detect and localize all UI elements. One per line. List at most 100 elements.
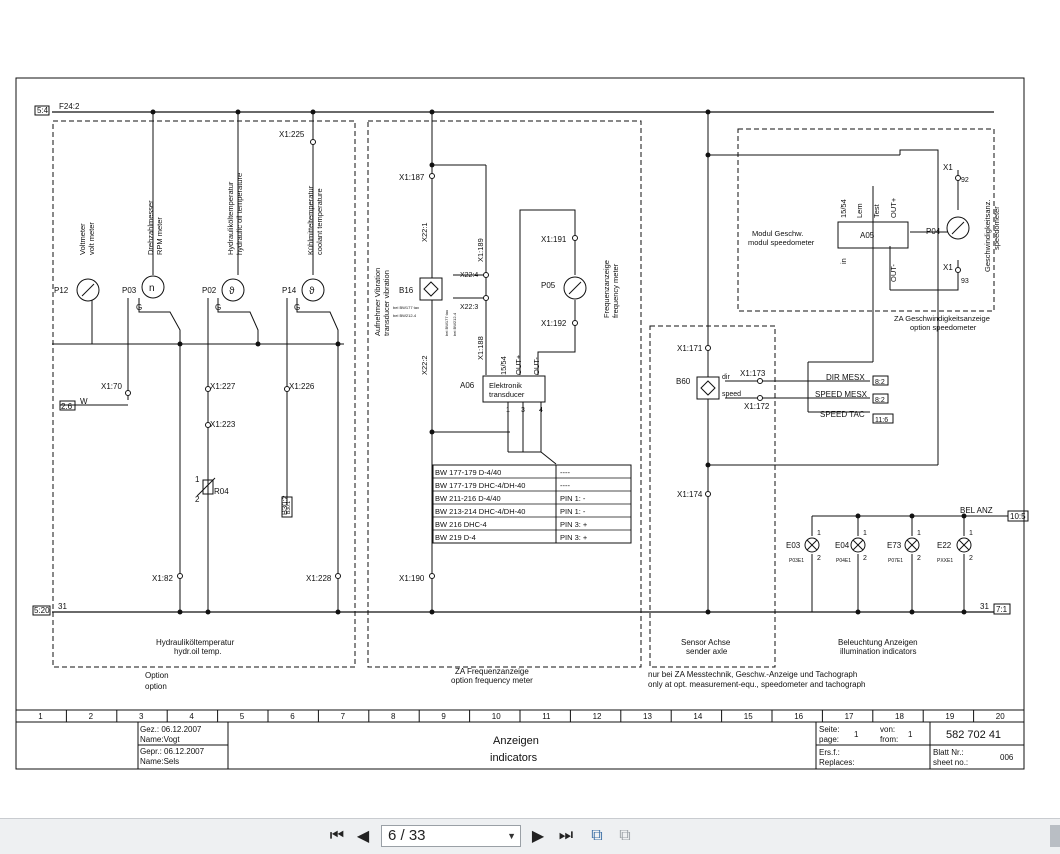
- column-number: 19: [945, 712, 954, 721]
- note-bw177b: bei BW177 tax: [444, 310, 449, 336]
- e22-code: PXXE1: [937, 558, 953, 564]
- vlabel-rpm-de: Drehzahlmesser: [146, 200, 155, 255]
- tb-gepr: Gepr.: 06.12.2007: [140, 747, 205, 756]
- tb-page: page:: [819, 735, 839, 744]
- tb-page-val: 1: [854, 730, 859, 739]
- vlabel-a06-outp: OUT+: [514, 354, 523, 375]
- p02-label: P02: [202, 286, 217, 295]
- speed-label: speed: [722, 391, 741, 398]
- vlabel-freq-en: frequency meter: [611, 263, 620, 318]
- za-gesch-2: option speedometer: [910, 323, 977, 332]
- x1-192: X1:192: [541, 319, 567, 328]
- column-number: 12: [593, 712, 602, 721]
- e22-pin1: 1: [969, 530, 973, 537]
- page-indicator: 6 / 33: [388, 827, 426, 844]
- x1-225: X1:225: [279, 130, 305, 139]
- r04-pin2: 2: [195, 495, 200, 504]
- tb-from-val: 1: [908, 730, 913, 739]
- page-selector[interactable]: 6 / 33 ▼: [381, 825, 521, 847]
- x1-173: X1:173: [740, 369, 766, 378]
- modul-label-1: Modul Geschw.: [752, 229, 803, 238]
- fit-width-icon[interactable]: ⧉: [614, 825, 636, 847]
- x1-223: X1:223: [210, 420, 236, 429]
- g-label-p02: G: [215, 303, 221, 312]
- a06-pin4: 4: [539, 407, 543, 414]
- vlabel-x22-2: X22:2: [420, 355, 429, 375]
- a06-text-1: Elektronik: [489, 381, 522, 390]
- x1-82: X1:82: [152, 574, 173, 583]
- note-bw212b: bei BW212-4: [452, 312, 457, 336]
- x1-227: X1:227: [210, 382, 236, 391]
- caption-hyd-1: Hydrauliköltemperatur: [156, 638, 235, 647]
- rail-31-left: 31: [58, 602, 67, 611]
- vlabel-vib-en: transducer vibration: [382, 270, 391, 336]
- vlabel-a05-test: Test: [872, 203, 881, 218]
- e03-code: P03E1: [789, 558, 804, 564]
- tb-sheet-val: 006: [1000, 753, 1014, 762]
- vlabel-b30b: B30:1: [286, 501, 292, 514]
- vlabel-coolant-de: Kühlmitteltemperatur: [306, 185, 315, 255]
- column-number: 18: [895, 712, 904, 721]
- table-row-model: BW 177-179 DHC-4/DH-40: [435, 481, 525, 490]
- x22-4: X22:4: [460, 272, 478, 279]
- g-label-p14: G: [294, 303, 300, 312]
- p04-label: P04: [926, 227, 941, 236]
- prev-page-icon[interactable]: ◀: [352, 825, 374, 847]
- r04-label: R04: [214, 487, 229, 496]
- caption-sensor-1: Sensor Achse: [681, 638, 731, 647]
- last-page-icon[interactable]: ⏭: [555, 825, 577, 847]
- ref-dir: 8:2: [875, 379, 885, 386]
- tb-name2: Name:Sels: [140, 757, 179, 766]
- pdf-viewer-toolbar: ⏮ ◀ 6 / 33 ▼ ▶ ⏭ ⧉ ⧉: [0, 818, 1060, 854]
- column-number: 4: [189, 712, 194, 721]
- column-number: 8: [391, 712, 396, 721]
- caption-bel-2: illumination indicators: [840, 647, 916, 656]
- column-number: 6: [290, 712, 295, 721]
- terminal-circles: [125, 139, 961, 579]
- a06-text-2: transducer: [489, 390, 525, 399]
- vlabel-rpm-en: RPM meter: [155, 217, 164, 255]
- fit-page-icon[interactable]: ⧉: [586, 825, 608, 847]
- first-page-icon[interactable]: ⏮: [326, 825, 348, 847]
- table-row-pin: PIN 3: +: [560, 533, 588, 542]
- ref-10-5: 10:5: [1010, 512, 1026, 521]
- vlabel-voltmeter-en: volt meter: [87, 222, 96, 255]
- table-row-model: BW 211-216 D-4/40: [435, 494, 501, 503]
- p12-label: P12: [54, 286, 69, 295]
- column-ruler: 1 2 3 4 5 6 7 8 9 10 11 12 13 14 15 16 17 18 19 20: [38, 710, 1005, 722]
- caption-option-2: option: [145, 682, 167, 691]
- b60-label: B60: [676, 377, 691, 386]
- column-number: 3: [139, 712, 144, 721]
- n-label: n: [149, 283, 155, 294]
- column-number: 1: [38, 712, 43, 721]
- modul-label-2: modul speedometer: [748, 238, 815, 247]
- ref-5-20: 5:20: [34, 606, 50, 615]
- vlabel-hyd-de: Hydrauliköltemperatur: [226, 181, 235, 255]
- tb-ers: Ers.f.:: [819, 748, 840, 757]
- e04-pin2: 2: [863, 555, 867, 562]
- vlabel-a06-outm: OUT-: [532, 357, 541, 375]
- column-number: 16: [794, 712, 803, 721]
- tb-title-en: indicators: [490, 752, 538, 764]
- x1-190: X1:190: [399, 574, 425, 583]
- dir-label: dir: [722, 374, 730, 381]
- column-number: 11: [542, 712, 551, 721]
- tb-title-de: Anzeigen: [493, 735, 539, 747]
- column-number: 2: [89, 712, 94, 721]
- vlabel-hyd-en: hydraulic oil temperature: [235, 173, 244, 255]
- scrollbar-thumb[interactable]: [1050, 825, 1060, 847]
- vlabel-vib-de: Aufnehmer Vibration: [373, 268, 382, 336]
- ref-tac: 11:6: [875, 417, 888, 424]
- a06-label: A06: [460, 381, 475, 390]
- column-number: 20: [996, 712, 1005, 721]
- tb-from: from:: [880, 735, 898, 744]
- column-number: 5: [240, 712, 245, 721]
- column-number: 13: [643, 712, 652, 721]
- ref-7-1: 7:1: [996, 605, 1008, 614]
- next-page-icon[interactable]: ▶: [527, 825, 549, 847]
- f24-label: F24:2: [59, 102, 80, 111]
- schematic-page: 5:4 F24:2 5:20 31 31 7:1 2:6 W 10:5 BEL …: [0, 0, 1060, 818]
- x1-92-conn: X1: [943, 163, 953, 172]
- tb-sheet: sheet no.:: [933, 758, 968, 767]
- tb-seite: Seite:: [819, 725, 839, 734]
